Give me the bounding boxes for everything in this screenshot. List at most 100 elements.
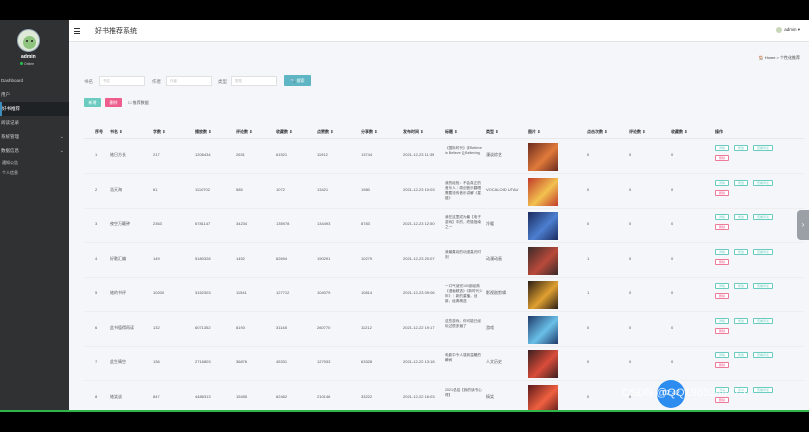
table-cell: 这些游戏，你可能已经玩过很多遍了 [445,318,481,328]
detail-button[interactable]: 详情 [715,248,729,255]
menu-toggle-icon[interactable] [74,28,80,36]
book-cover-image[interactable] [528,212,558,240]
view-comments-button[interactable]: 查看评论 [753,317,773,324]
column-header[interactable]: 收藏数 ⇕ [671,129,687,135]
delete-row-button[interactable]: 删除 [715,362,729,368]
table-cell: 217 [153,152,160,157]
filter-author-input[interactable]: 作者 [166,76,212,86]
column-header[interactable]: 发布时间 ⇕ [403,129,423,135]
table-cell: 影视剧剪辑 [486,290,506,295]
book-cover-image[interactable] [528,315,558,344]
column-header[interactable]: 图片 ⇕ [528,129,540,135]
delete-row-button[interactable]: 删除 [715,327,729,334]
table-cell: 0 [629,152,632,157]
watermark: CSDN @QQ1963288475 [622,387,746,399]
view-comments-button[interactable]: 查看评论 [753,214,773,220]
book-cover-image[interactable] [528,143,558,171]
table-cell: 127933 [317,359,331,364]
edit-button[interactable]: 修改 [734,214,748,220]
user-status: Online [20,62,34,66]
table-cell: 0 [587,152,590,157]
edit-button[interactable]: 修改 [734,317,748,324]
sidebar-item[interactable]: Dashboard [0,74,69,88]
table-cell: 0 [587,393,590,399]
table-row: 1 她日方长 217 1206434 2631 61521 11912 13744 2021-1… [84,140,804,174]
view-comments-button[interactable]: 查看评论 [753,386,773,393]
table-cell: 此书值得再读 [110,324,134,330]
table-cell: 36876 [236,359,248,364]
table-cell: 136 [153,359,160,364]
sidebar-item[interactable]: 数据信息 ⌄ [0,144,69,158]
table-cell: 4 [95,255,98,261]
recommend-data-checkbox[interactable]: ☐ 推荐数据 [128,98,149,107]
column-header[interactable]: 收藏数 ⇕ [276,129,292,135]
column-header[interactable]: 操作 [715,129,723,135]
view-comments-button[interactable]: 查看评论 [753,248,773,255]
sidebar-item-label: 用户 [1,92,10,97]
user-status-text: Online [24,62,35,66]
sidebar-item[interactable]: 阅读记录 [0,116,69,130]
column-header[interactable]: 点击次数 ⇕ [587,129,607,135]
table-cell: 3152303 [195,290,211,295]
column-header[interactable]: 类型 ⇕ [486,129,498,135]
sidebar-item[interactable]: 个人信息 [0,168,69,178]
view-comments-button[interactable]: 查看评论 [753,145,773,151]
column-header[interactable]: 分享数 ⇕ [361,129,377,135]
edit-button[interactable]: 修改 [734,145,748,151]
table-cell: 13744 [361,152,373,157]
table-cell: 6071352 [195,324,211,330]
column-header[interactable]: 字数 ⇕ [153,129,165,135]
app-frame: admin Online Dashboard 用户 好书推荐 阅读记录 系统管理 ⌄ 数据信… [0,20,809,412]
view-comments-button[interactable]: 查看评论 [753,283,773,289]
book-cover-image[interactable] [528,177,558,206]
table-cell: 62694 [276,255,288,261]
table-cell: 2021-12-23 12:50 [403,221,435,226]
edit-button[interactable]: 修改 [734,283,748,289]
table-row: 4 好歌汇编 149 5180328 1452 62694 190291 10279 2021-… [84,244,804,278]
delete-row-button[interactable]: 删除 [715,224,729,230]
column-header[interactable]: 标题 ⇕ [445,129,457,135]
delete-button[interactable]: 删除 [105,98,122,107]
detail-button[interactable]: 详情 [715,317,729,324]
edit-button[interactable]: 修改 [734,352,748,358]
book-cover-image[interactable] [528,281,558,309]
view-comments-button[interactable]: 查看评论 [753,179,773,186]
detail-button[interactable]: 详情 [715,283,729,289]
delete-row-button[interactable]: 删除 [715,155,729,161]
table-cell: 134493 [317,221,331,226]
sidebar-item[interactable]: 通知公告 [0,158,69,168]
column-header[interactable]: 播放数 ⇕ [195,129,211,135]
table-cell: 1072 [276,186,285,192]
add-button[interactable]: 新增 [84,98,101,107]
column-header[interactable]: 评论数 ⇕ [629,129,645,135]
book-cover-image[interactable] [528,246,558,275]
column-header[interactable]: 序号 [95,129,103,135]
user-menu[interactable]: admin ▾ [776,27,800,33]
detail-button[interactable]: 详情 [715,145,729,151]
search-button[interactable]: 🔍 搜索 [284,75,311,86]
view-comments-button[interactable]: 查看评论 [753,352,773,358]
sidebar-item[interactable]: 用户 [0,88,69,102]
detail-button[interactable]: 详情 [715,214,729,220]
book-cover-image[interactable] [528,350,558,378]
table-cell: 一口气读完100部经典《漫画精选》《新时代少年》｜新的重播，创新，经典精选 [445,284,483,303]
table-cell: 63328 [361,359,373,364]
filter-name-input[interactable]: 书名 [99,76,145,86]
detail-button[interactable]: 详情 [715,179,729,186]
table-cell: 3 [95,221,98,226]
column-header[interactable]: 点赞数 ⇕ [317,129,333,135]
column-header[interactable]: 书名 ⇕ [110,129,122,135]
delete-row-button[interactable]: 删除 [715,258,729,265]
sidebar-item[interactable]: 好书推荐 [0,102,69,116]
detail-button[interactable]: 详情 [715,352,729,358]
edit-button[interactable]: 修改 [734,248,748,255]
sidebar-item[interactable]: 系统管理 ⌄ [0,130,69,144]
delete-row-button[interactable]: 删除 [715,189,729,196]
delete-row-button[interactable]: 删除 [715,293,729,299]
edit-button[interactable]: 修改 [734,179,748,186]
book-cover-image[interactable] [528,384,558,412]
table-row: 5 她的书评 10200 3152303 11541 127712 104079 10814 2… [84,278,804,312]
filter-type-input[interactable]: 类型 [231,76,277,86]
column-header[interactable]: 评论数 ⇕ [236,129,252,135]
chevron-right-icon[interactable]: › [797,210,809,240]
